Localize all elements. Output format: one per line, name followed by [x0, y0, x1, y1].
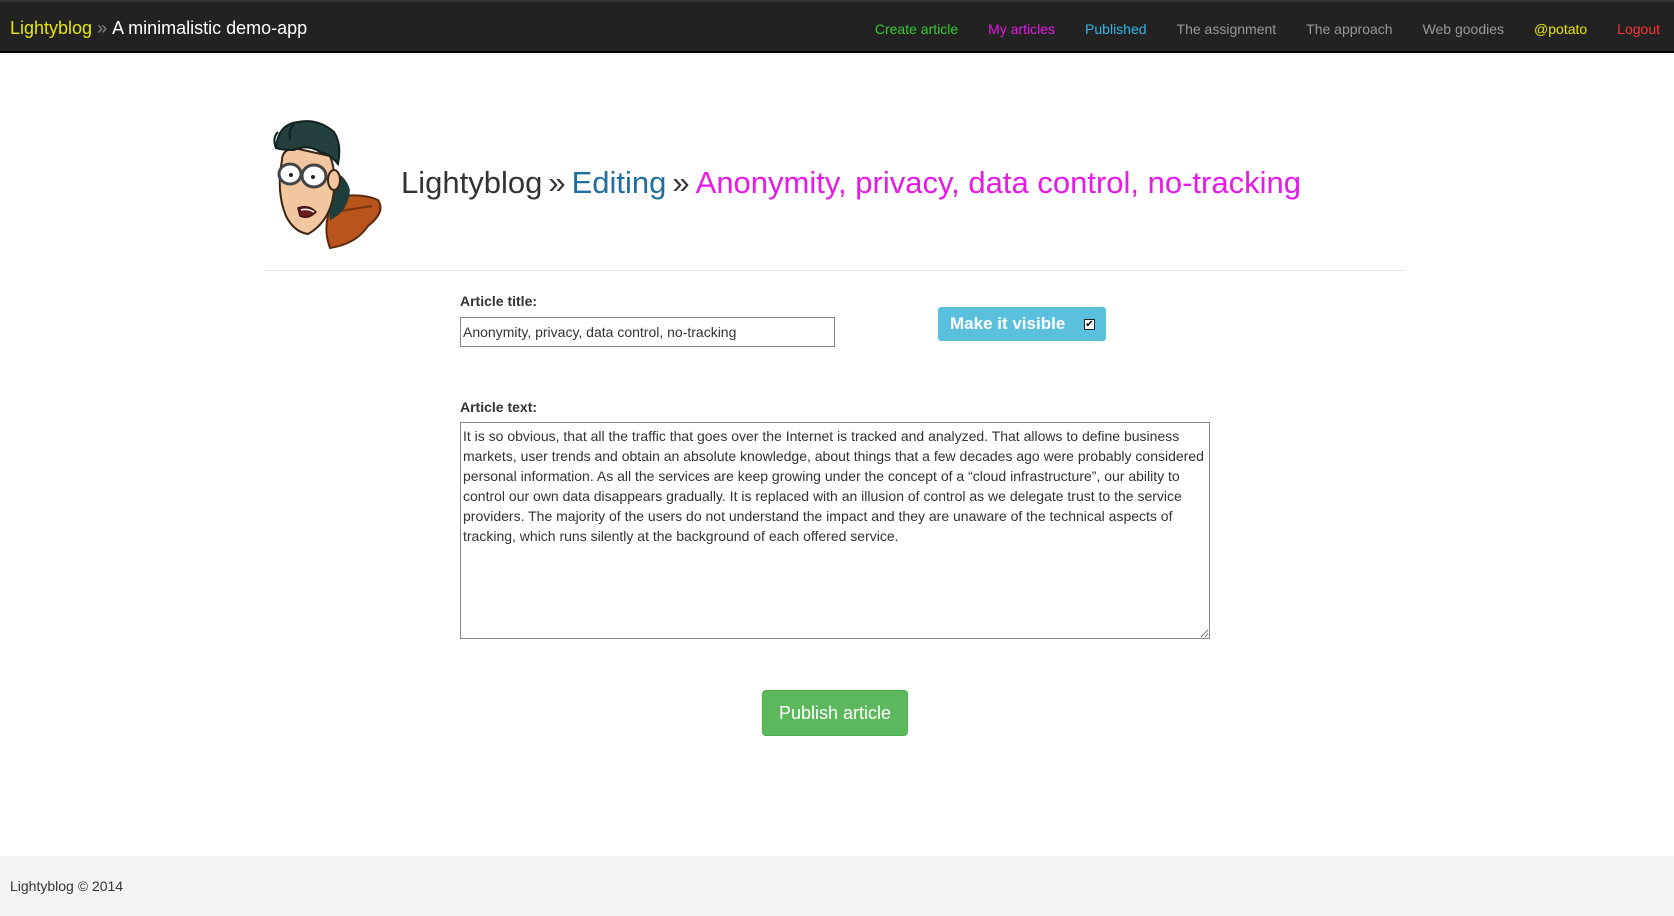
make-visible-toggle[interactable]: Make it visible ✔	[938, 307, 1106, 341]
brand-link[interactable]: Lightyblog	[10, 18, 92, 38]
brand-separator: »	[97, 18, 108, 38]
visibility-checkbox[interactable]: ✔	[1084, 319, 1095, 330]
header-divider	[265, 270, 1405, 271]
breadcrumb-root[interactable]: Lightyblog	[401, 165, 542, 200]
breadcrumb-separator: »	[548, 165, 566, 200]
footer: Lightyblog © 2014	[0, 856, 1674, 916]
nav-logout[interactable]: Logout	[1617, 19, 1660, 39]
brand-tagline: A minimalistic demo-app	[112, 18, 308, 38]
nav-the-approach[interactable]: The approach	[1306, 19, 1392, 39]
nav-links: Create article My articles Published The…	[875, 19, 1660, 39]
brand: Lightyblog» A minimalistic demo-app	[10, 17, 307, 39]
nav-the-assignment[interactable]: The assignment	[1177, 19, 1277, 39]
article-title-label: Article title:	[460, 293, 538, 309]
nav-create-article[interactable]: Create article	[875, 19, 958, 39]
breadcrumb-separator: »	[672, 165, 690, 200]
nav-user-profile[interactable]: @potato	[1534, 19, 1587, 39]
nav-published[interactable]: Published	[1085, 19, 1147, 39]
article-text-label: Article text:	[460, 399, 538, 415]
article-title-input[interactable]	[460, 317, 835, 347]
nav-web-goodies[interactable]: Web goodies	[1423, 19, 1504, 39]
make-visible-label: Make it visible	[950, 314, 1066, 333]
nav-my-articles[interactable]: My articles	[988, 19, 1055, 39]
breadcrumb-article-title: Anonymity, privacy, data control, no-tra…	[695, 165, 1301, 200]
article-text-area[interactable]: It is so obvious, that all the traffic t…	[460, 422, 1210, 639]
publish-article-button[interactable]: Publish article	[762, 690, 908, 736]
top-navbar: Lightyblog» A minimalistic demo-app Creat…	[0, 0, 1674, 53]
breadcrumb-editing: Editing	[571, 165, 667, 200]
avatar	[273, 120, 382, 250]
page-title: Lightyblog» Editing» Anonymity, privacy, d…	[401, 163, 1301, 203]
footer-copyright: Lightyblog © 2014	[10, 878, 124, 894]
